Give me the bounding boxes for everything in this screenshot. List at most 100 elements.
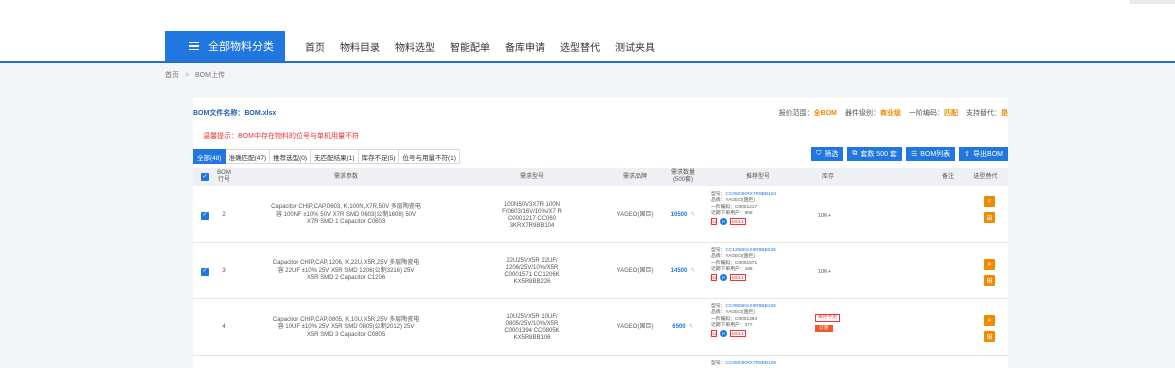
bom-card: BOM文件名称：BOM.xlsx 报价范围：全BOM 器件级别：商业级 一阶编码… <box>193 98 1008 368</box>
bom-row-number: 2 <box>222 211 226 218</box>
filter-button[interactable]: ⛉ 筛选 <box>811 147 844 161</box>
nav-selection[interactable]: 物料选型 <box>395 39 435 54</box>
qty-cell: 10500 ✎ <box>663 188 703 243</box>
warning-tip: 温馨提示：BOM中存在物料的位号与单机用量不符 <box>203 133 359 140</box>
qty-value[interactable]: 14500 <box>671 268 688 276</box>
qty-value[interactable]: 6500 <box>672 324 685 332</box>
col-brand: 需求品牌 <box>622 173 647 180</box>
bom-list-button[interactable]: ☰ BOM列表 <box>905 147 956 161</box>
tab-recommended[interactable]: 推荐选型(0) <box>270 149 312 164</box>
bom-row-number: 3 <box>222 267 226 274</box>
params-cell: Capacitor CHIP,CAP,1206, K,22U,X5R,25V 多… <box>235 244 457 299</box>
nav-test-fixture[interactable]: 测试夹具 <box>615 39 655 54</box>
stock-status: 库存不足 订货 <box>815 314 841 332</box>
pdf-icon[interactable]: PDF <box>711 330 718 338</box>
msl-badge: MSL1 <box>730 218 746 226</box>
alt-recent: 近期下单用户：377 <box>711 322 753 328</box>
bom-row-number: 4 <box>222 324 226 331</box>
row-select-cell <box>197 300 213 356</box>
cart-button[interactable]: ⊞ <box>984 331 995 342</box>
row-checkbox[interactable]: ✓ <box>201 211 209 220</box>
tab-low-stock[interactable]: 库存不足(5) <box>358 149 400 164</box>
select-all-checkbox[interactable]: ✓ <box>201 173 209 181</box>
search-alt-button[interactable]: ⌕ <box>984 259 995 270</box>
cart-button[interactable]: ⊞ <box>984 212 995 223</box>
msl-badge: MSL1 <box>730 274 746 282</box>
breadcrumb-separator: > <box>184 72 190 79</box>
rohs-icon: R <box>720 330 727 338</box>
edit-icon[interactable]: ✎ <box>690 212 695 220</box>
stock-value: 10K+ <box>818 213 831 219</box>
table-row: ✓ 3 Capacitor CHIP,CAP,1206, K,22U,X5R,2… <box>193 244 1008 299</box>
qty-value[interactable]: 10500 <box>671 212 688 220</box>
nav-stock-request[interactable]: 备库申请 <box>505 39 545 54</box>
pdf-icon[interactable]: PDF <box>711 274 718 282</box>
alt-model-link[interactable]: CC1206KKX5R8BB226 <box>725 248 775 253</box>
alt-info: 型号：CC0805KKX5R8BB106 品牌：YAGEO(国巨) 一阶编码：C… <box>711 304 816 338</box>
model-cell: 10U25VX5R 10UF/ 0805/25V/10%/X5R C000139… <box>457 300 607 356</box>
search-alt-button[interactable]: ⌕ <box>984 196 995 207</box>
tab-all[interactable]: 全部(48) <box>193 149 226 164</box>
params-cell: Capacitor CHIP,CAP,0805, K,10U,X5R,25V 多… <box>235 300 457 356</box>
params-text: Capacitor CHIP,CAP,1206, K,22U,X5R,25V 多… <box>272 260 420 282</box>
quote-range: 报价范围：全BOM <box>778 110 837 117</box>
pdf-icon[interactable]: PDF <box>711 218 718 226</box>
sets-button[interactable]: ⧉ 套数 500 套 <box>847 147 902 161</box>
nav-home[interactable]: 首页 <box>305 39 325 54</box>
col-model: 需求型号 <box>519 173 544 180</box>
qty-cell: 6500 ✎ <box>663 300 703 356</box>
action-buttons: ⛉ 筛选 ⧉ 套数 500 套 ☰ BOM列表 ⇪ 导出BOM <box>811 147 1008 161</box>
edit-icon[interactable]: ✎ <box>689 324 694 332</box>
alt-recent: 近期下单用户：186 <box>711 266 753 272</box>
model-cell: 22U25VX5R 22UF/ 1206/25V/10%/X5R C000157… <box>457 244 607 299</box>
nav-catalog[interactable]: 物料目录 <box>340 39 380 54</box>
msl-badge: MSL1 <box>730 330 746 338</box>
filter-icon: ⛉ <box>816 150 822 157</box>
tab-exact-match[interactable]: 准确匹配(47) <box>225 149 271 164</box>
breadcrumb-home[interactable]: 首页 <box>165 72 179 79</box>
model-cell: 100N50V3X7R 100N F/0603/16V/10%/X7 R C00… <box>457 188 607 243</box>
search-icon: ⌕ <box>987 260 992 268</box>
export-bom-button[interactable]: ⇪ 导出BOM <box>959 147 1008 161</box>
edit-icon[interactable]: ✎ <box>690 268 695 276</box>
bom-file-name: BOM文件名称：BOM.xlsx <box>193 108 276 118</box>
menu-icon <box>189 40 199 53</box>
alt-model-link[interactable]: CC0603KRX7R9BB104 <box>725 192 776 197</box>
stock-value: 10K+ <box>818 269 831 275</box>
brand-text: YAGEO(国巨) <box>616 211 654 218</box>
rohs-icon: R <box>720 218 727 226</box>
row-checkbox[interactable]: ✓ <box>201 267 209 276</box>
col-alt: 推荐型号 <box>745 173 770 180</box>
alt-model-link[interactable]: CC0805KKX5R8BB106 <box>725 304 775 309</box>
params-text: Capacitor CHIP,CAP,0603, K,100N,X7R,50V … <box>271 204 421 226</box>
alt-model-link[interactable]: CC0603KRX7R8BB105 <box>725 361 776 366</box>
all-categories-button[interactable]: 全部物料分类 <box>165 31 285 61</box>
table-row: 型号：CC0603KRX7R8BB105 <box>193 357 1008 368</box>
bom-meta: 报价范围：全BOM 器件级别：商业级 一阶编码：匹配 支持替代：是 <box>779 108 1008 118</box>
all-categories-label: 全部物料分类 <box>208 41 274 53</box>
col-bom-row: BOM 行号 <box>217 170 231 183</box>
search-icon: ⌕ <box>987 197 992 205</box>
col-params: 需求参数 <box>333 173 358 180</box>
breadcrumb: 首页 > BOM上传 <box>165 70 225 80</box>
copy-icon: ⧉ <box>852 150 858 157</box>
brand-text: YAGEO(国巨) <box>616 324 654 331</box>
breadcrumb-current: BOM上传 <box>195 72 225 79</box>
cart-button[interactable]: ⊞ <box>984 275 995 286</box>
alt-recent: 近期下单用户：808 <box>711 210 753 216</box>
tab-no-match[interactable]: 无匹配结果(1) <box>311 149 359 164</box>
order-button[interactable]: 订货 <box>815 325 833 332</box>
tab-mismatch[interactable]: 位号与用量不符(1) <box>399 149 460 164</box>
model-text: 22U25VX5R 22UF/ 1206/25V/10%/X5R C000157… <box>504 257 560 285</box>
brand-text: YAGEO(国巨) <box>616 267 654 274</box>
nav-smart-bom[interactable]: 智能配单 <box>450 39 490 54</box>
cart-icon: ⊞ <box>986 214 993 222</box>
params-cell: Capacitor CHIP,CAP,0603, K,100N,X7R,50V … <box>235 188 457 243</box>
support-alt: 支持替代：是 <box>966 110 1008 117</box>
row-select-cell: ✓ <box>197 188 213 243</box>
first-code: 一阶编码：匹配 <box>909 110 958 117</box>
search-alt-button[interactable]: ⌕ <box>984 315 995 326</box>
filter-tabs: 全部(48) 准确匹配(47) 推荐选型(0) 无匹配结果(1) 库存不足(5)… <box>193 149 460 164</box>
row-select-cell: ✓ <box>197 244 213 299</box>
nav-alternatives[interactable]: 选型替代 <box>560 39 600 54</box>
